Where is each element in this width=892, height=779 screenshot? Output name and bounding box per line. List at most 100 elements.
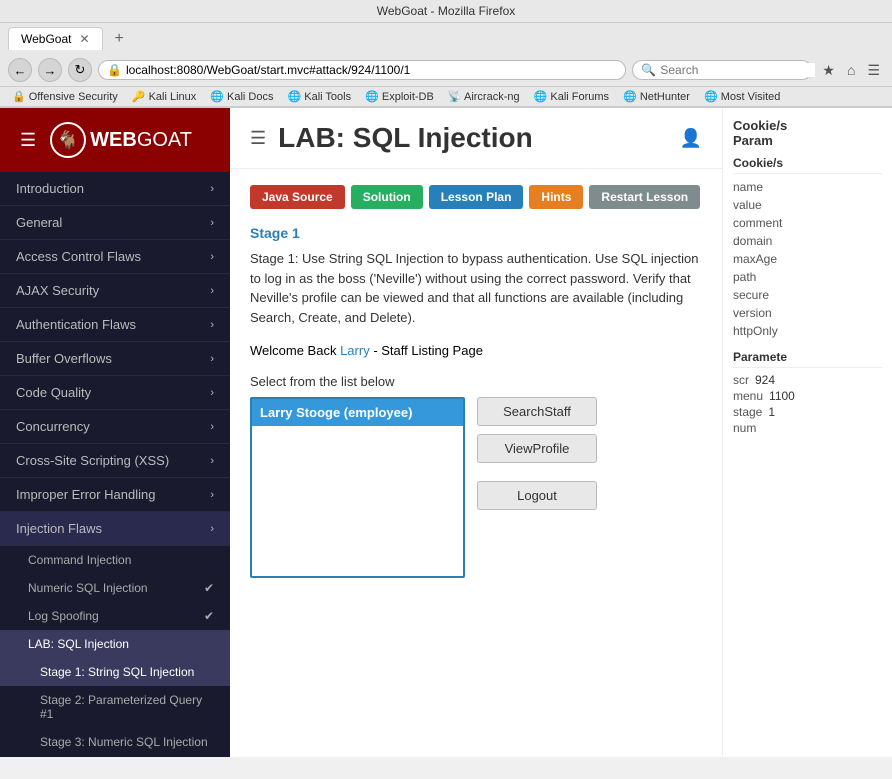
- sidebar-item-label: Injection Flaws: [16, 521, 102, 536]
- tab-bar: WebGoat ✕ +: [0, 23, 892, 54]
- cookie-title-line1: Cookie/s: [733, 118, 787, 133]
- bookmark-kali-linux[interactable]: 🔑 Kali Linux: [128, 89, 200, 104]
- sidebar-sub-item-lab-sql[interactable]: LAB: SQL Injection: [0, 630, 230, 658]
- content-body: Java Source Solution Lesson Plan Hints R…: [230, 169, 722, 594]
- param-menu: menu 1100: [733, 388, 882, 404]
- hints-button[interactable]: Hints: [529, 185, 583, 209]
- check-icon: ✔: [204, 581, 214, 595]
- cookie-key-name: name: [733, 178, 882, 196]
- sidebar-sub-item-label: Command Injection: [28, 553, 131, 567]
- forward-button[interactable]: →: [38, 58, 62, 82]
- bookmark-nethunter[interactable]: 🌐 NetHunter: [619, 89, 694, 104]
- sidebar-sub-item-stage2[interactable]: Stage 2: Parameterized Query #1: [0, 686, 230, 728]
- sidebar-item-injection-flaws[interactable]: Injection Flaws ›: [0, 512, 230, 546]
- search-input[interactable]: [660, 63, 815, 77]
- staff-section: Select from the list below Larry Stooge …: [250, 374, 702, 578]
- bookmarks-bar: 🔒 Offensive Security 🔑 Kali Linux 🌐 Kali…: [0, 87, 892, 107]
- menu-button[interactable]: ☰: [863, 60, 884, 81]
- url-input[interactable]: [126, 63, 617, 77]
- content-area: ☰ LAB: SQL Injection 👤 Java Source Solut…: [230, 108, 722, 757]
- sidebar-logo: ☰ 🐐 WEBGOAT: [0, 108, 230, 172]
- bookmark-most-visited[interactable]: 🌐 Most Visited: [700, 89, 784, 104]
- param-val-scr: 924: [755, 373, 775, 387]
- view-profile-button[interactable]: ViewProfile: [477, 434, 597, 463]
- sidebar-item-buffer-overflows[interactable]: Buffer Overflows ›: [0, 342, 230, 376]
- sidebar-item-label: AJAX Security: [16, 283, 99, 298]
- sidebar-item-code-quality[interactable]: Code Quality ›: [0, 376, 230, 410]
- staff-actions: SearchStaff ViewProfile Logout: [477, 397, 597, 510]
- cookie-key-httponly: httpOnly: [733, 322, 882, 340]
- main-content: ☰ LAB: SQL Injection 👤 Java Source Solut…: [230, 108, 892, 757]
- bookmark-kali-forums[interactable]: 🌐 Kali Forums: [530, 89, 613, 104]
- new-tab-button[interactable]: +: [107, 28, 132, 50]
- bookmark-exploit-db[interactable]: 🌐 Exploit-DB: [361, 89, 438, 104]
- bookmark-aircrack-ng[interactable]: 📡 Aircrack-ng: [444, 89, 524, 104]
- active-tab[interactable]: WebGoat ✕: [8, 27, 103, 50]
- chevron-right-icon: ›: [210, 489, 214, 501]
- cookie-key-version: version: [733, 304, 882, 322]
- sidebar-item-error-handling[interactable]: Improper Error Handling ›: [0, 478, 230, 512]
- user-icon[interactable]: 👤: [680, 128, 702, 149]
- chevron-right-icon: ›: [210, 353, 214, 365]
- tab-label: WebGoat: [21, 32, 71, 46]
- lesson-plan-button[interactable]: Lesson Plan: [429, 185, 524, 209]
- sidebar-item-general[interactable]: General ›: [0, 206, 230, 240]
- sidebar-item-label: General: [16, 215, 62, 230]
- bookmark-offensive-security[interactable]: 🔒 Offensive Security: [8, 89, 122, 104]
- nav-icons: ★ ⌂ ☰: [818, 60, 884, 81]
- param-val-menu: 1100: [769, 389, 795, 403]
- solution-button[interactable]: Solution: [351, 185, 423, 209]
- cookie-section-label: Cookie/s: [733, 156, 882, 174]
- search-staff-button[interactable]: SearchStaff: [477, 397, 597, 426]
- bookmark-kali-tools[interactable]: 🌐 Kali Tools: [283, 89, 355, 104]
- sidebar-sub-item-numeric-sql[interactable]: Numeric SQL Injection ✔: [0, 574, 230, 602]
- sidebar-menu-icon[interactable]: ☰: [16, 126, 40, 155]
- sidebar-sub-item-command-injection[interactable]: Command Injection: [0, 546, 230, 574]
- bookmark-kali-docs[interactable]: 🌐 Kali Docs: [206, 89, 277, 104]
- restart-lesson-button[interactable]: Restart Lesson: [589, 185, 700, 209]
- logout-button[interactable]: Logout: [477, 481, 597, 510]
- cookie-key-comment: comment: [733, 214, 882, 232]
- sidebar-sub-item-stage4[interactable]: Stage 4: Parameterized Query #2: [0, 756, 230, 757]
- java-source-button[interactable]: Java Source: [250, 185, 345, 209]
- sidebar-item-introduction[interactable]: Introduction ›: [0, 172, 230, 206]
- cookie-key-maxage: maxAge: [733, 250, 882, 268]
- action-buttons: Java Source Solution Lesson Plan Hints R…: [250, 185, 702, 209]
- sidebar-item-label: Access Control Flaws: [16, 249, 141, 264]
- params-section-label: Paramete: [733, 350, 882, 368]
- check-icon: ✔: [204, 609, 214, 623]
- chevron-right-icon: ›: [210, 285, 214, 297]
- chevron-right-icon: ›: [210, 183, 214, 195]
- stage-title: Stage 1: [250, 225, 702, 241]
- welcome-larry-link[interactable]: Larry: [340, 343, 370, 358]
- search-icon: 🔍: [641, 63, 656, 77]
- home-button[interactable]: ⌂: [843, 60, 859, 81]
- sidebar-sub-item-stage3[interactable]: Stage 3: Numeric SQL Injection: [0, 728, 230, 756]
- params-section: Paramete scr 924 menu 1100 stage 1 num: [733, 350, 882, 436]
- sidebar-item-access-control[interactable]: Access Control Flaws ›: [0, 240, 230, 274]
- param-key-stage: stage: [733, 405, 762, 419]
- chevron-right-icon: ›: [210, 387, 214, 399]
- sidebar: ☰ 🐐 WEBGOAT Introduction › General › Acc…: [0, 108, 230, 757]
- sidebar-sub-item-stage1[interactable]: Stage 1: String SQL Injection: [0, 658, 230, 686]
- bookmark-star-button[interactable]: ★: [818, 60, 839, 81]
- staff-selected-item[interactable]: Larry Stooge (employee): [252, 399, 463, 426]
- cookie-key-secure: secure: [733, 286, 882, 304]
- reload-button[interactable]: ↻: [68, 58, 92, 82]
- sidebar-item-ajax[interactable]: AJAX Security ›: [0, 274, 230, 308]
- back-button[interactable]: ←: [8, 58, 32, 82]
- welcome-text-suffix: - Staff Listing Page: [370, 343, 483, 358]
- param-num: num: [733, 420, 882, 436]
- hamburger-icon[interactable]: ☰: [250, 128, 266, 149]
- page-title: LAB: SQL Injection: [278, 122, 533, 154]
- staff-listbox[interactable]: Larry Stooge (employee): [250, 397, 465, 578]
- sidebar-item-xss[interactable]: Cross-Site Scripting (XSS) ›: [0, 444, 230, 478]
- param-key-scr: scr: [733, 373, 749, 387]
- nav-bar: ← → ↻ 🔒 🔍 ★ ⌂ ☰: [0, 54, 892, 87]
- chevron-right-icon: ›: [210, 251, 214, 263]
- sidebar-sub-item-log-spoofing[interactable]: Log Spoofing ✔: [0, 602, 230, 630]
- sidebar-item-auth-flaws[interactable]: Authentication Flaws ›: [0, 308, 230, 342]
- tab-close-button[interactable]: ✕: [79, 32, 89, 46]
- sidebar-item-concurrency[interactable]: Concurrency ›: [0, 410, 230, 444]
- browser-chrome: WebGoat - Mozilla Firefox WebGoat ✕ + ← …: [0, 0, 892, 108]
